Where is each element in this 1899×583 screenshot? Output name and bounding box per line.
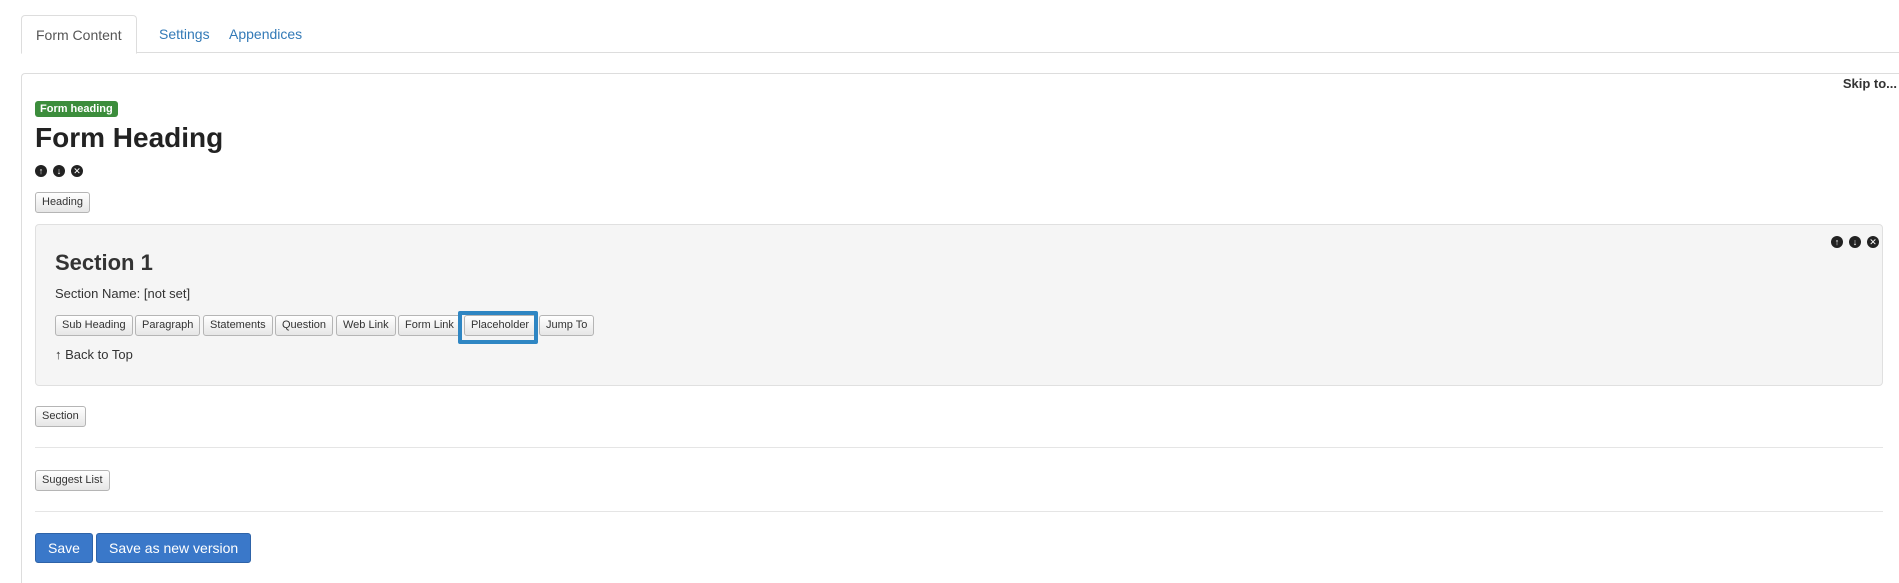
- divider: [35, 447, 1883, 448]
- section-controls: ↑ ↓ ✕: [1831, 236, 1879, 248]
- heading-button[interactable]: Heading: [35, 192, 90, 213]
- form-tabs: Form Content Settings Appendices: [21, 15, 1899, 54]
- question-button[interactable]: Question: [275, 315, 334, 336]
- statements-button[interactable]: Statements: [203, 315, 273, 336]
- delete-icon[interactable]: ✕: [71, 165, 83, 177]
- web-link-button[interactable]: Web Link: [336, 315, 396, 336]
- tab-form-content[interactable]: Form Content: [21, 15, 137, 54]
- section-button[interactable]: Section: [35, 406, 86, 427]
- heading-controls: ↑ ↓ ✕: [35, 165, 83, 177]
- form-heading-badge: Form heading: [35, 101, 118, 117]
- section-move-up-icon[interactable]: ↑: [1831, 236, 1843, 248]
- divider: [35, 511, 1883, 512]
- tab-appendices[interactable]: Appendices: [215, 15, 316, 53]
- placeholder-button[interactable]: Placeholder: [464, 315, 537, 336]
- move-down-icon[interactable]: ↓: [53, 165, 65, 177]
- sub-heading-button[interactable]: Sub Heading: [55, 315, 133, 336]
- section-1-box: [35, 224, 1883, 386]
- section-move-down-icon[interactable]: ↓: [1849, 236, 1861, 248]
- arrow-up-icon: ↑: [55, 347, 62, 362]
- form-link-button[interactable]: Form Link: [398, 315, 461, 336]
- move-up-icon[interactable]: ↑: [35, 165, 47, 177]
- back-to-top-link[interactable]: ↑ Back to Top: [55, 347, 133, 362]
- back-to-top-label: Back to Top: [65, 347, 133, 362]
- save-as-new-version-button[interactable]: Save as new version: [96, 533, 252, 563]
- form-heading-title: Form Heading: [35, 122, 224, 153]
- jump-to-button[interactable]: Jump To: [539, 315, 595, 336]
- section-name: Section Name: [not set]: [55, 286, 191, 301]
- suggest-list-button[interactable]: Suggest List: [35, 470, 110, 491]
- save-button[interactable]: Save: [35, 533, 93, 563]
- paragraph-button[interactable]: Paragraph: [135, 315, 201, 336]
- section-title: Section 1: [55, 250, 153, 275]
- section-delete-icon[interactable]: ✕: [1867, 236, 1879, 248]
- skip-to-link[interactable]: Skip to...: [1843, 76, 1897, 91]
- tab-settings[interactable]: Settings: [145, 15, 224, 53]
